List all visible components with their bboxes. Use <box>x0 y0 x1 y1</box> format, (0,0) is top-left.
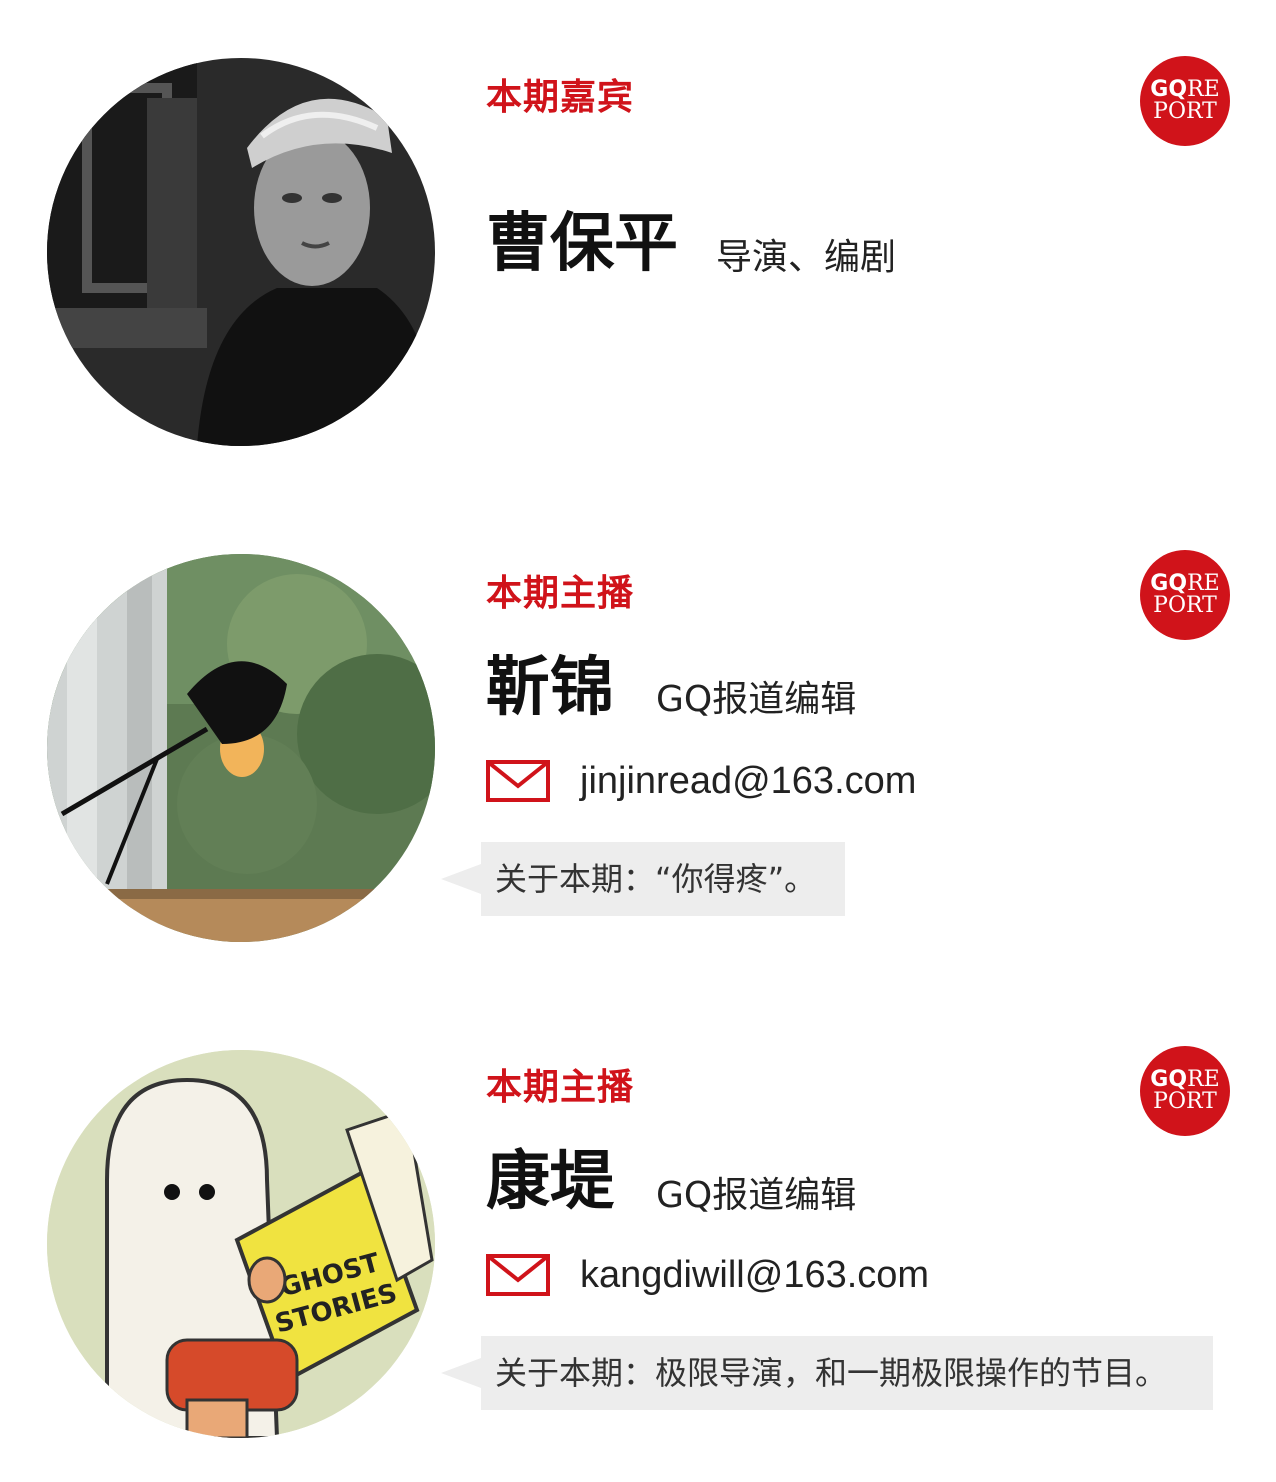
host-card: GHOST STORIES 本期主播 康堤 GQ报道编辑 kangdiwill@… <box>0 988 1276 1448</box>
gq-report-badge: GQRE PORT <box>1140 56 1230 146</box>
host-avatar <box>47 554 435 942</box>
host-title: GQ报道编辑 <box>656 1175 857 1216</box>
gq-report-badge: GQRE PORT <box>1140 1046 1230 1136</box>
episode-note: 关于本期：极限导演，和一期极限操作的节目。 <box>441 1336 1213 1410</box>
host-avatar: GHOST STORIES <box>47 1050 435 1438</box>
host-email-link[interactable]: jinjinread@163.com <box>580 758 916 804</box>
host-email-link[interactable]: kangdiwill@163.com <box>580 1252 929 1298</box>
role-label: 本期主播 <box>486 1067 635 1108</box>
host-card: 本期主播 靳锦 GQ报道编辑 jinjinread@163.com 关于本期：“… <box>0 494 1276 954</box>
guest-title: 导演、编剧 <box>716 237 897 278</box>
host-name: 康堤 <box>486 1145 614 1219</box>
host-title: GQ报道编辑 <box>656 679 857 720</box>
guest-avatar <box>47 58 435 446</box>
guest-name: 曹保平 <box>486 207 678 281</box>
envelope-icon <box>486 1254 550 1296</box>
host-name: 靳锦 <box>486 651 614 725</box>
guest-card: 本期嘉宾 曹保平 导演、编剧 GQRE PORT <box>0 0 1276 460</box>
role-label: 本期嘉宾 <box>486 77 635 118</box>
gq-report-badge: GQRE PORT <box>1140 550 1230 640</box>
episode-note: 关于本期：“你得疼”。 <box>441 842 845 916</box>
envelope-icon <box>486 760 550 802</box>
role-label: 本期主播 <box>486 573 635 614</box>
